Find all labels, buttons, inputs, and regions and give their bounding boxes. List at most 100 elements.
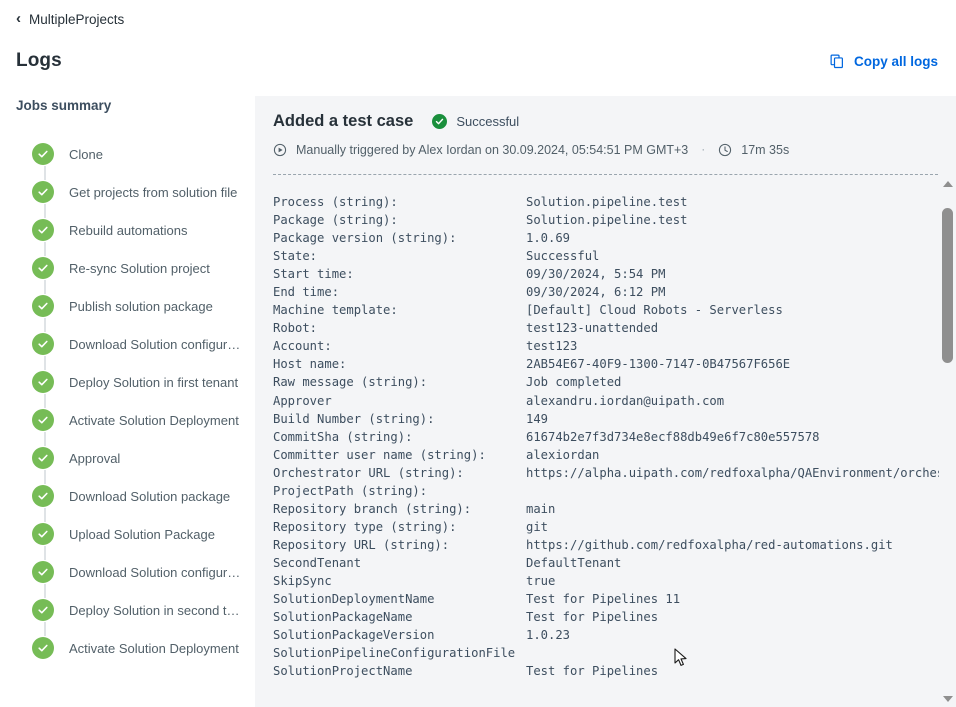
- log-line-key: Raw message (string):: [273, 375, 428, 390]
- jobs-step-label: Approval: [69, 450, 121, 466]
- log-line-key: Robot:: [273, 321, 318, 336]
- log-line-value: alexandru.iordan@uipath.com: [526, 393, 725, 408]
- log-line-key: SolutionProjectName: [273, 664, 413, 679]
- log-header: Added a test case Successful Manually tr…: [255, 96, 956, 157]
- log-body: Process (string): Solution.pipeline.test P…: [255, 175, 956, 707]
- log-line-value: 1.0.23: [526, 628, 571, 643]
- jobs-step-label: Re-sync Solution project: [69, 260, 210, 276]
- breadcrumb-back-link[interactable]: ‹ MultipleProjects: [16, 0, 124, 38]
- log-line: Machine template: [Default] Cloud Robots …: [255, 301, 939, 319]
- jobs-step-label: Activate Solution Deployment: [69, 640, 239, 656]
- jobs-step-item[interactable]: Deploy Solution in second ten...: [32, 591, 254, 636]
- log-line: SolutionPipelineConfigurationFile: [255, 644, 939, 662]
- jobs-step-item[interactable]: Download Solution configurat...: [32, 325, 254, 370]
- jobs-step-label: Activate Solution Deployment: [69, 412, 239, 428]
- log-line: Package version (string): 1.0.69: [255, 229, 939, 247]
- log-line: Repository type (string): git: [255, 518, 939, 536]
- log-line-key: CommitSha (string):: [273, 429, 413, 444]
- check-circle-icon: [32, 295, 54, 317]
- log-line-key: Package (string):: [273, 213, 398, 228]
- log-line-key: Repository type (string):: [273, 519, 457, 534]
- jobs-step-label: Download Solution configurat...: [69, 336, 245, 352]
- log-line: ProjectPath (string):: [255, 482, 939, 500]
- log-line-value: Successful: [526, 249, 600, 264]
- check-circle-icon: [32, 637, 54, 659]
- log-line-value: DefaultTenant: [526, 555, 622, 570]
- scroll-down-arrow-icon[interactable]: [939, 690, 956, 707]
- check-circle-icon: [432, 114, 448, 129]
- log-line-value: 2AB54E67-40F9-1300-7147-0B47567F656E: [526, 357, 791, 372]
- log-line-value: Job completed: [526, 375, 622, 390]
- scrollbar-thumb[interactable]: [942, 208, 953, 363]
- log-line-value: main: [526, 501, 556, 516]
- jobs-step-item[interactable]: Download Solution configurat...: [32, 553, 254, 598]
- jobs-step-label: Publish solution package: [69, 298, 213, 314]
- job-name: Added a test case: [273, 112, 414, 130]
- log-line-key: SkipSync: [273, 573, 332, 588]
- play-circle-icon: [273, 143, 287, 157]
- jobs-step-label: Get projects from solution file: [69, 184, 238, 200]
- log-line-value: 149: [526, 411, 549, 426]
- log-line-value: [Default] Cloud Robots - Serverless: [526, 303, 783, 318]
- log-line-value: Solution.pipeline.test: [526, 195, 688, 209]
- log-scrollbar[interactable]: [939, 175, 956, 707]
- log-line-key: Machine template:: [273, 303, 398, 318]
- page-header: ‹ MultipleProjects Logs Copy all logs: [0, 0, 956, 84]
- chevron-left-icon: ‹: [16, 9, 21, 27]
- jobs-step-item[interactable]: Clone: [32, 135, 254, 180]
- log-line-value: 1.0.69: [526, 231, 571, 246]
- log-line: Repository URL (string): https://github.c…: [255, 536, 939, 554]
- status-label: Successful: [456, 114, 520, 129]
- jobs-step-item[interactable]: Rebuild automations: [32, 211, 254, 256]
- jobs-step-label: Deploy Solution in second ten...: [69, 602, 245, 618]
- log-line: Raw message (string): Job completed: [255, 373, 939, 391]
- jobs-step-item[interactable]: Publish solution package: [32, 287, 254, 332]
- jobs-step-label: Download Solution package: [69, 488, 231, 504]
- jobs-step-item[interactable]: Activate Solution Deployment: [32, 629, 254, 667]
- log-line: Account: test123: [255, 337, 939, 355]
- jobs-step-label: Download Solution configurat...: [69, 564, 245, 580]
- page-content: Jobs summary Clone Get projects from solu…: [0, 84, 956, 707]
- scrollbar-track[interactable]: [939, 192, 956, 690]
- jobs-step-item[interactable]: Re-sync Solution project: [32, 249, 254, 294]
- meta-separator: ·: [701, 142, 706, 156]
- log-line-key: Repository URL (string):: [273, 537, 450, 552]
- jobs-step-item[interactable]: Activate Solution Deployment: [32, 401, 254, 446]
- log-panel: Added a test case Successful Manually tr…: [255, 96, 956, 707]
- jobs-step-item[interactable]: Upload Solution Package: [32, 515, 254, 560]
- log-line-key: Committer user name (string):: [273, 447, 486, 462]
- trigger-text: Manually triggered by Alex Iordan on 30.…: [296, 143, 689, 157]
- scroll-up-arrow-icon[interactable]: [939, 175, 956, 192]
- log-line-value: Test for Pipelines: [526, 610, 659, 625]
- jobs-step-item[interactable]: Get projects from solution file: [32, 173, 254, 218]
- jobs-summary-title: Jobs summary: [16, 98, 112, 113]
- jobs-step-item[interactable]: Download Solution package: [32, 477, 254, 522]
- check-circle-icon: [32, 333, 54, 355]
- logs-page: ‹ MultipleProjects Logs Copy all logs Jo…: [0, 0, 956, 707]
- copy-all-logs-button[interactable]: Copy all logs: [828, 50, 940, 73]
- jobs-step-item[interactable]: Approval: [32, 439, 254, 484]
- log-line-key: Process (string):: [273, 195, 398, 209]
- log-line: CommitSha (string): 61674b2e7f3d734e8ecf8…: [255, 428, 939, 446]
- page-title: Logs: [16, 50, 62, 71]
- log-line: SkipSync true: [255, 572, 939, 590]
- check-circle-icon: [32, 599, 54, 621]
- check-circle-icon: [32, 485, 54, 507]
- log-lines: Process (string): Solution.pipeline.test P…: [255, 193, 939, 707]
- log-line: Robot: test123-unattended: [255, 319, 939, 337]
- check-circle-icon: [32, 409, 54, 431]
- check-circle-icon: [32, 143, 54, 165]
- check-circle-icon: [32, 561, 54, 583]
- title-row: Logs Copy all logs: [16, 38, 940, 84]
- log-line-value: https://github.com/redfoxalpha/red-autom…: [526, 537, 893, 552]
- log-line: Orchestrator URL (string): https://alpha.…: [255, 464, 939, 482]
- log-line: End time: 09/30/2024, 6:12 PM: [255, 283, 939, 301]
- check-circle-icon: [32, 257, 54, 279]
- log-line-value: Test for Pipelines: [526, 664, 659, 679]
- jobs-step-label: Clone: [69, 146, 103, 162]
- log-line: SecondTenant DefaultTenant: [255, 554, 939, 572]
- log-line-key: Host name:: [273, 357, 347, 372]
- check-circle-icon: [32, 181, 54, 203]
- log-line-key: Build Number (string):: [273, 411, 435, 426]
- jobs-step-item[interactable]: Deploy Solution in first tenant: [32, 363, 254, 408]
